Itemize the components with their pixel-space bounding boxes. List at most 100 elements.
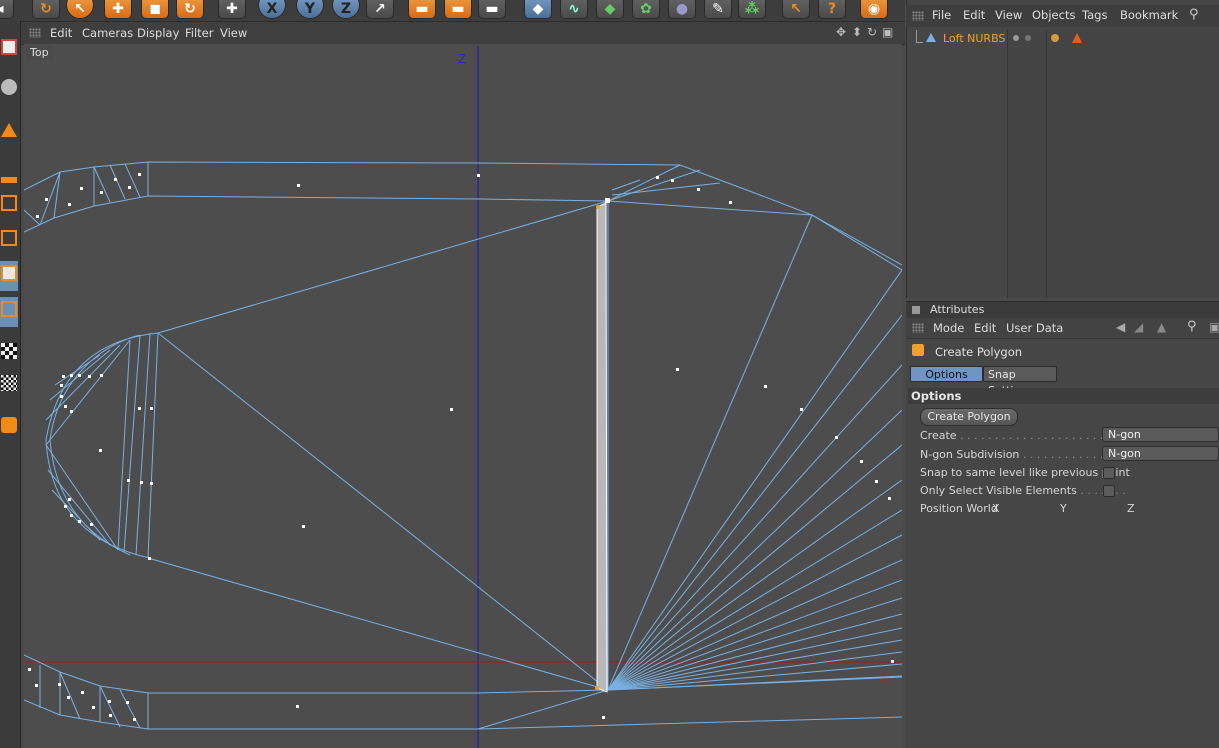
viewport-menu-cameras[interactable]: Cameras: [82, 26, 133, 40]
render-visibility-dot[interactable]: [1025, 35, 1031, 41]
array-icon[interactable]: ✿: [632, 0, 660, 19]
attr-menu-edit[interactable]: Edit: [974, 321, 996, 335]
back-arrow-icon[interactable]: ◀: [1116, 320, 1125, 334]
ngon-subdivision-dropdown[interactable]: N-gon: [1102, 446, 1219, 461]
wireframe-mesh: Z X: [24, 46, 902, 748]
panel-icon[interactable]: [912, 306, 920, 314]
edges-mode-icon[interactable]: [0, 226, 18, 256]
attr-menu-mode[interactable]: Mode: [933, 321, 964, 335]
search-icon[interactable]: ⚲: [1187, 319, 1197, 334]
pen-spline-icon[interactable]: ∿: [560, 0, 588, 19]
loft-nurbs-icon: [926, 33, 936, 42]
create-dropdown[interactable]: N-gon: [1102, 427, 1219, 442]
viewport-menu-filter[interactable]: Filter: [185, 26, 213, 40]
viewport-menu-edit[interactable]: Edit: [50, 26, 72, 40]
create-polygon-button[interactable]: Create Polygon: [920, 408, 1018, 426]
editor-visibility-dot[interactable]: [1013, 35, 1019, 41]
position-z-field[interactable]: Z: [1127, 502, 1135, 515]
search-icon[interactable]: ⚲: [1189, 7, 1199, 22]
selected-point: [595, 686, 599, 690]
phong-tag-icon[interactable]: [1072, 33, 1082, 43]
viewport-maximize-icon[interactable]: ▣: [882, 25, 893, 39]
grip-icon[interactable]: [912, 323, 924, 333]
environment-icon[interactable]: ⁂: [738, 0, 766, 19]
subdivision-surface-icon[interactable]: ◆: [596, 0, 624, 19]
cube-icon[interactable]: ◆: [524, 0, 552, 19]
position-x-field[interactable]: X: [992, 502, 1000, 515]
edit-render-settings-icon[interactable]: ▬: [478, 0, 506, 19]
attributes-title: Attributes: [930, 303, 985, 316]
section-header-options: Options: [908, 388, 1219, 404]
object-name-loft-nurbs[interactable]: Loft NURBS: [943, 32, 1005, 45]
visible-elements-label: Only Select Visible Elements . . . . . .…: [920, 484, 1126, 497]
position-y-field[interactable]: Y: [1060, 502, 1067, 515]
checker-icon[interactable]: [0, 339, 18, 369]
texture-icon[interactable]: [0, 75, 18, 105]
attr-menu-user-data[interactable]: User Data: [1006, 321, 1063, 335]
snap-same-level-checkbox[interactable]: [1103, 467, 1115, 479]
checker-small-icon[interactable]: [0, 371, 18, 401]
grip-icon[interactable]: [29, 28, 41, 38]
view-name-label[interactable]: Top: [26, 46, 53, 60]
lock-icon[interactable]: ▣: [1209, 320, 1219, 334]
points-mode-icon[interactable]: [0, 191, 18, 221]
viewport-menu-view[interactable]: View: [220, 26, 247, 40]
grip-icon[interactable]: [912, 11, 924, 21]
attributes-title-bar: Attributes: [906, 301, 1219, 319]
camera-icon[interactable]: ↖: [782, 0, 810, 19]
tool-name: Create Polygon: [935, 345, 1023, 359]
om-menu-objects[interactable]: Objects: [1032, 8, 1075, 22]
mesh-edges: [24, 161, 902, 730]
uv-mode-icon[interactable]: [0, 297, 18, 327]
render-view-icon[interactable]: ▬: [408, 0, 436, 19]
up-arrow-icon[interactable]: ▲: [1157, 320, 1166, 334]
material-tag-icon[interactable]: [1051, 34, 1059, 42]
globe-icon[interactable]: ◉: [860, 0, 888, 19]
tree-connector: [916, 30, 923, 43]
world-coordinates-icon[interactable]: ↗: [366, 0, 394, 19]
viewport-move-icon[interactable]: ✥: [836, 25, 846, 39]
z-axis-label: Z: [458, 52, 466, 66]
attributes-menu-bar: Mode Edit User Data ◀ ◢ ▲ ⚲ ▣: [906, 318, 1219, 339]
sculpt-icon[interactable]: [0, 413, 18, 443]
z-axis-lock-icon[interactable]: Z: [332, 0, 360, 19]
om-menu-tags[interactable]: Tags: [1082, 8, 1107, 22]
forward-arrow-icon[interactable]: ◢: [1134, 320, 1143, 334]
scene-icon[interactable]: ✎: [704, 0, 732, 19]
x-axis-lock-icon[interactable]: X: [258, 0, 286, 19]
tab-options[interactable]: Options: [910, 366, 983, 382]
make-editable-icon[interactable]: [0, 35, 18, 65]
polygon-center-dots: [28, 173, 894, 721]
object-manager-menu-bar: File Edit View Objects Tags Bookmark ⚲: [906, 5, 1219, 27]
rotate-icon[interactable]: ↻: [176, 0, 204, 19]
help-icon[interactable]: ?: [818, 0, 846, 19]
viewport-rotate-icon[interactable]: ↻: [867, 25, 877, 39]
render-picture-viewer-icon[interactable]: ▬: [444, 0, 472, 19]
om-menu-file[interactable]: File: [932, 8, 951, 22]
y-axis-lock-icon[interactable]: Y: [296, 0, 324, 19]
viewport-zoom-icon[interactable]: ⬍: [852, 25, 862, 39]
snap-same-level-label: Snap to same level like previous point: [920, 466, 1130, 479]
selected-point: [596, 205, 600, 209]
main-toolbar: ◂ ↻ ↖ ✚ ◼ ↻ ✚ X Y Z ↗ ▬ ▬ ▬ ◆ ∿ ◆ ✿ ● ✎ …: [0, 0, 905, 22]
move-icon[interactable]: ✚: [104, 0, 132, 19]
om-menu-bookmark[interactable]: Bookmark: [1120, 8, 1178, 22]
scale-icon[interactable]: ◼: [141, 0, 169, 19]
om-menu-edit[interactable]: Edit: [963, 8, 985, 22]
redo-icon[interactable]: ↻: [32, 0, 60, 19]
om-menu-view[interactable]: View: [995, 8, 1022, 22]
model-mode-icon[interactable]: [0, 119, 18, 149]
deformer-icon[interactable]: ●: [668, 0, 696, 19]
left-tool-strip: [0, 21, 21, 748]
ngon-subdivision-label: N-gon Subdivision . . . . . . . . . . . …: [920, 448, 1125, 461]
viewport-menu-display[interactable]: Display: [137, 26, 179, 40]
x-axis-label: X: [879, 672, 887, 686]
live-select-icon[interactable]: ↖: [66, 0, 94, 19]
polygons-mode-icon[interactable]: [0, 261, 18, 291]
top-viewport[interactable]: Z X: [24, 44, 902, 748]
tab-snap-settings[interactable]: Snap Settings: [983, 366, 1057, 397]
position-world-label: Position World: [920, 502, 998, 515]
visible-elements-checkbox[interactable]: [1103, 485, 1115, 497]
add-icon[interactable]: ✚: [218, 0, 246, 19]
undo-icon[interactable]: ◂: [0, 0, 14, 19]
